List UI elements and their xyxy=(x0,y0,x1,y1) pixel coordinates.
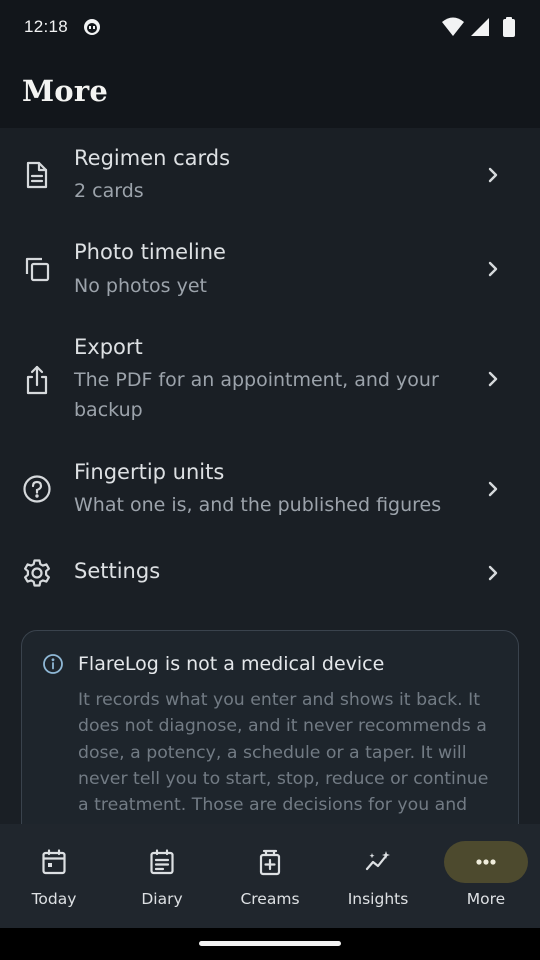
wifi-icon xyxy=(442,17,464,36)
insights-sparkle-icon xyxy=(365,851,390,871)
medical-disclaimer-card: FlareLog is not a medical device It reco… xyxy=(21,630,519,824)
menu-item-subtitle: 2 cards xyxy=(74,180,144,202)
menu-item-photo-timeline[interactable]: Photo timeline No photos yet xyxy=(0,222,540,317)
battery-icon xyxy=(503,17,515,37)
nav-creams[interactable]: Creams xyxy=(216,824,324,928)
page-title: More xyxy=(22,74,108,108)
nav-more[interactable]: More xyxy=(432,824,540,928)
menu-item-title: Fingertip units xyxy=(74,460,225,484)
notice-title: FlareLog is not a medical device xyxy=(78,653,385,675)
cream-tube-icon xyxy=(259,849,281,876)
menu-item-fingertip-units[interactable]: Fingertip units What one is, and the pub… xyxy=(0,442,540,537)
nav-label: Creams xyxy=(240,890,300,908)
status-time: 12:18 xyxy=(24,17,69,36)
cellular-signal-icon xyxy=(471,18,489,36)
nav-label: Diary xyxy=(141,890,183,908)
menu-item-regimen-cards[interactable]: Regimen cards 2 cards xyxy=(0,128,540,222)
bottom-navigation: Today Diary Creams Insights More xyxy=(0,824,540,928)
share-upload-icon xyxy=(26,365,48,395)
info-icon xyxy=(43,654,63,674)
more-dots-icon xyxy=(476,859,496,865)
calendar-today-icon xyxy=(42,849,66,875)
diary-icon xyxy=(150,849,174,875)
notice-body: It records what you enter and shows it b… xyxy=(78,690,489,816)
menu-item-export[interactable]: Export The PDF for an appointment, and y… xyxy=(0,317,540,442)
menu-item-title: Settings xyxy=(74,559,161,583)
help-circle-icon xyxy=(23,475,51,503)
more-content[interactable]: Regimen cards 2 cards Photo timeline No … xyxy=(0,128,540,824)
menu-item-subtitle: What one is, and the published figures xyxy=(74,494,442,516)
nav-today[interactable]: Today xyxy=(0,824,108,928)
chevron-right-icon xyxy=(488,167,498,183)
menu-item-title: Regimen cards xyxy=(74,146,231,170)
top-app-bar: More xyxy=(0,56,540,128)
chevron-right-icon xyxy=(488,565,498,581)
chevron-right-icon xyxy=(488,481,498,497)
menu-item-settings[interactable]: Settings xyxy=(0,537,540,611)
status-bar: 12:18 xyxy=(0,0,540,56)
copy-stack-icon xyxy=(25,257,50,282)
nav-label: More xyxy=(466,890,506,908)
nav-label: Today xyxy=(31,890,77,908)
nav-label: Insights xyxy=(347,890,409,908)
nav-diary[interactable]: Diary xyxy=(108,824,216,928)
nav-insights[interactable]: Insights xyxy=(324,824,432,928)
menu-item-subtitle: The PDF for an appointment, and your bac… xyxy=(74,369,439,421)
app-notification-icon xyxy=(84,19,100,35)
gesture-handle[interactable] xyxy=(199,941,341,946)
system-gesture-area xyxy=(0,928,540,960)
document-icon xyxy=(26,161,48,189)
chevron-right-icon xyxy=(488,261,498,277)
menu-item-title: Export xyxy=(74,335,143,359)
chevron-right-icon xyxy=(488,371,498,387)
menu-item-subtitle: No photos yet xyxy=(74,275,207,297)
gear-icon xyxy=(24,559,50,587)
menu-item-title: Photo timeline xyxy=(74,240,226,264)
